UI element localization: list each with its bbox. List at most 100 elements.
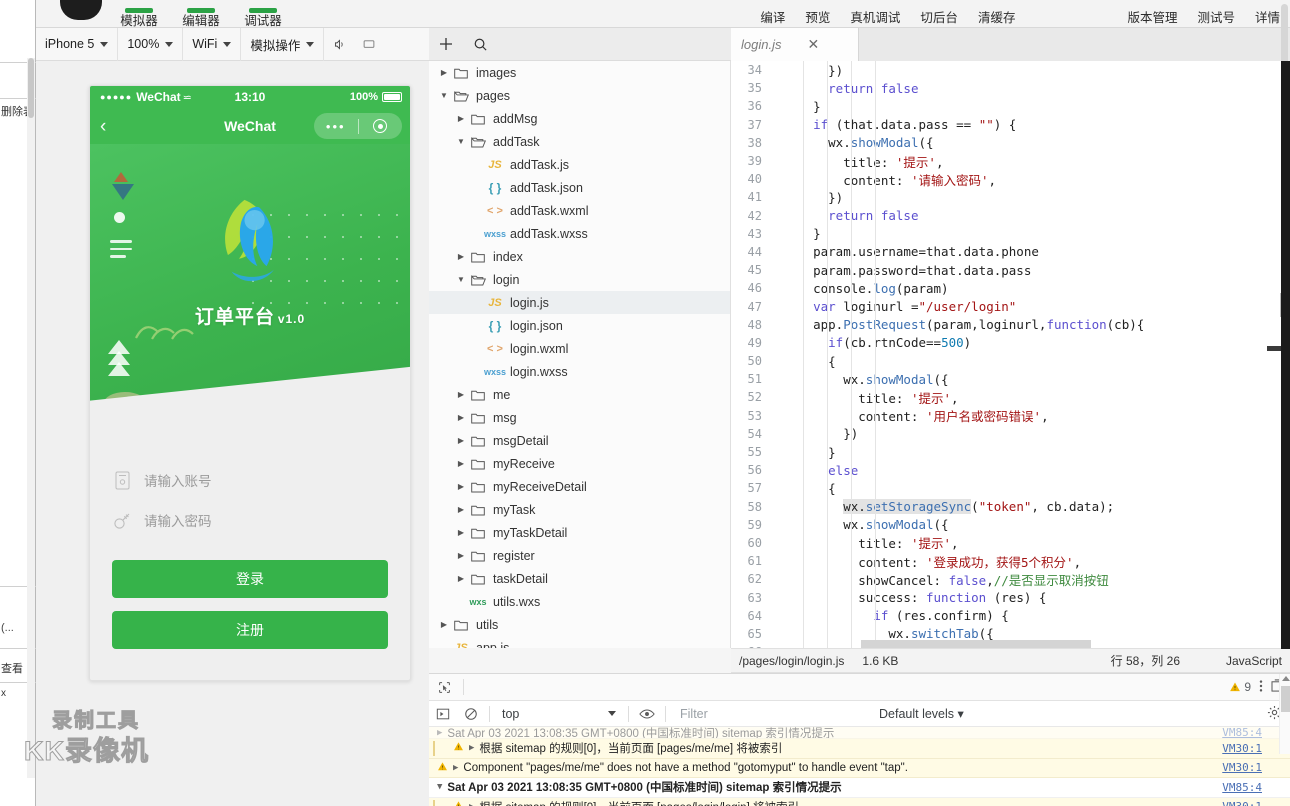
expand-arrow-icon[interactable]: ▶ [437,728,442,738]
console-filter-input[interactable]: Filter [670,707,1290,721]
chevron-down-icon[interactable]: ▼ [454,275,468,284]
chevron-right-icon[interactable]: ▶ [437,620,451,629]
code-line[interactable]: 60 title: '提示', [731,534,1290,552]
code-line[interactable]: 45 param.password=that.data.pass [731,261,1290,279]
expand-arrow-icon[interactable]: ▶ [453,763,458,773]
expand-arrow-icon[interactable]: ▼ [437,782,442,792]
mode-tab-debugger[interactable]: 调试器 [232,0,294,28]
tree-folder-msg[interactable]: ▶ msg [429,406,730,429]
code-line[interactable]: 40 content: '请输入密码', [731,170,1290,188]
console-log-source[interactable]: VM30:1 [1222,800,1262,806]
tree-folder-taskDetail[interactable]: ▶ taskDetail [429,567,730,590]
tree-file-login.json[interactable]: { } login.json [429,314,730,337]
action-background[interactable]: 切后台 [910,8,968,28]
tree-folder-pages[interactable]: ▼ pages [429,84,730,107]
code-line[interactable]: 43 } [731,225,1290,243]
tree-folder-myTaskDetail[interactable]: ▶ myTaskDetail [429,521,730,544]
status-language[interactable]: JavaScript [1226,654,1282,668]
mode-tab-simulator[interactable]: 模拟器 [108,0,170,28]
tree-folder-me[interactable]: ▶ me [429,383,730,406]
login-button[interactable]: 登录 [112,560,388,598]
account-field-row[interactable]: 请输入账号 [112,460,388,500]
tree-file-login.js[interactable]: JS login.js [429,291,730,314]
code-editor[interactable]: 34 })35 return false36 }37 if (that.data… [731,61,1290,648]
chevron-right-icon[interactable]: ▶ [454,528,468,537]
code-line[interactable]: 50 { [731,352,1290,370]
code-line[interactable]: 51 wx.showModal({ [731,370,1290,388]
screen-icon[interactable] [354,28,384,61]
chevron-right-icon[interactable]: ▶ [454,390,468,399]
action-compile[interactable]: 编译 [750,8,795,28]
background-scrollbar[interactable] [27,58,35,778]
code-line[interactable]: 56 else [731,461,1290,479]
chevron-right-icon[interactable]: ▶ [454,413,468,422]
chevron-right-icon[interactable]: ▶ [454,252,468,261]
action-device-debug[interactable]: 真机调试 [840,8,910,28]
tree-folder-index[interactable]: ▶ index [429,245,730,268]
editor-horizontal-scrollbar[interactable] [861,640,1091,648]
code-line[interactable]: 49 if(cb.rtnCode==500) [731,334,1290,352]
file-tree[interactable]: ▶ images ▼ pages ▶ addMsg ▼ addTask JS addTask.js… [429,61,731,648]
tree-file-addTask.wxss[interactable]: wxss addTask.wxss [429,222,730,245]
chevron-down-icon[interactable]: ▼ [437,91,451,100]
code-line[interactable]: 37 if (that.data.pass == "") { [731,116,1290,134]
chevron-right-icon[interactable]: ▶ [454,574,468,583]
tree-file-addTask.wxml[interactable]: < > addTask.wxml [429,199,730,222]
console-context-select[interactable]: top [494,707,624,721]
warning-badge[interactable]: 9 [1229,680,1251,694]
console-log-list[interactable]: ▶ Sat Apr 03 2021 13:08:35 GMT+0800 (中国标准… [429,727,1290,806]
chevron-right-icon[interactable]: ▶ [454,114,468,123]
code-line[interactable]: 48 app.PostRequest(param,loginurl,functi… [731,316,1290,334]
tree-file-addTask.js[interactable]: JS addTask.js [429,153,730,176]
chevron-right-icon[interactable]: ▶ [454,505,468,514]
tree-folder-msgDetail[interactable]: ▶ msgDetail [429,429,730,452]
console-log-source[interactable]: VM30:1 [1222,742,1262,755]
code-line[interactable]: 42 return false [731,207,1290,225]
console-log-row[interactable]: ▶ Component "pages/me/me" does not have a… [429,758,1290,778]
tree-file-utils.wxs[interactable]: wxs utils.wxs [429,590,730,613]
action-clear-cache[interactable]: 清缓存 [968,8,1026,28]
code-line[interactable]: 58 wx.setStorageSync("token", cb.data); [731,498,1290,516]
more-icon[interactable]: ••• [314,119,358,134]
tree-folder-login[interactable]: ▼ login [429,268,730,291]
code-line[interactable]: 44 param.username=that.data.phone [731,243,1290,261]
console-log-source[interactable]: VM85:4 [1222,727,1262,738]
chevron-down-icon[interactable]: ▼ [454,137,468,146]
device-select[interactable]: iPhone 5 [36,27,119,61]
tree-folder-myTask[interactable]: ▶ myTask [429,498,730,521]
console-log-row[interactable]: ▶ Sat Apr 03 2021 13:08:35 GMT+0800 (中国标准… [429,727,1290,739]
plus-icon[interactable] [429,28,463,61]
code-line[interactable]: 47 var loginurl ="/user/login" [731,297,1290,315]
tree-file-addTask.json[interactable]: { } addTask.json [429,176,730,199]
tree-folder-utils[interactable]: ▶ utils [429,613,730,636]
clear-console-icon[interactable] [457,707,485,721]
tree-file-app.js[interactable]: JS app.js [429,636,730,649]
editor-tab-login-js[interactable]: login.js ✕ [731,28,859,61]
console-log-source[interactable]: VM85:4 [1222,781,1262,794]
console-log-row[interactable]: ▶ 根据 sitemap 的规则[0]，当前页面 [pages/login/log… [429,797,1290,806]
code-line[interactable]: 57 { [731,479,1290,497]
action-preview[interactable]: 预览 [795,8,840,28]
code-line[interactable]: 36 } [731,97,1290,115]
chevron-right-icon[interactable]: ▶ [454,482,468,491]
password-field-row[interactable]: 请输入密码 [112,500,388,540]
code-line[interactable]: 39 title: '提示', [731,152,1290,170]
code-line[interactable]: 53 content: '用户名或密码错误', [731,407,1290,425]
inspect-cursor-icon[interactable] [429,681,459,694]
code-line[interactable]: 35 return false [731,79,1290,97]
code-line[interactable]: 64 if (res.confirm) { [731,607,1290,625]
console-scrollbar[interactable] [1279,674,1290,754]
close-icon[interactable]: ✕ [807,36,819,53]
console-log-source[interactable]: VM30:1 [1222,761,1262,774]
simulate-action-select[interactable]: 模拟操作 [241,27,325,61]
code-line[interactable]: 54 }) [731,425,1290,443]
mode-tab-editor[interactable]: 编辑器 [170,0,232,28]
tree-file-login.wxss[interactable]: wxss login.wxss [429,360,730,383]
code-line[interactable]: 63 success: function (res) { [731,588,1290,606]
tree-folder-addTask[interactable]: ▼ addTask [429,130,730,153]
tree-folder-myReceiveDetail[interactable]: ▶ myReceiveDetail [429,475,730,498]
code-line[interactable]: 61 content: '登录成功，获得5个积分', [731,552,1290,570]
network-select[interactable]: WiFi [183,27,242,61]
code-line[interactable]: 46 console.log(param) [731,279,1290,297]
console-log-row[interactable]: ▼ Sat Apr 03 2021 13:08:35 GMT+0800 (中国标准… [429,778,1290,798]
